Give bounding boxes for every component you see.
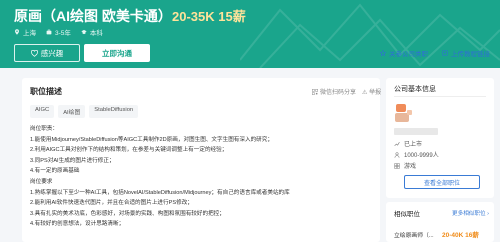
qr-code-icon bbox=[312, 88, 318, 95]
job-header: 原画（AI绘图 欧美卡通） 20-35K 15薪 上海 3-5年 本科 感兴趣 … bbox=[0, 0, 500, 68]
description-line: 2.利用AIGC工具对创作下的结构和策划，在参差与关键词调整上有一定的经验； bbox=[30, 147, 228, 154]
grid-icon bbox=[394, 162, 400, 169]
company-info-panel: 公司基本信息 已上市 1000-9999人 游戏 查看全部职位 bbox=[386, 78, 494, 198]
wechat-share-label: 微信扫码分享 bbox=[320, 90, 357, 96]
description-line: 1.熟练掌握以下至少一种AI工具，包括NovelAI/StableDiffusi… bbox=[30, 189, 290, 196]
job-tag: AIGC bbox=[30, 105, 55, 118]
description-line: 1.能使用Midjourney/StableDiffusion等AIGC工具制作… bbox=[30, 136, 273, 143]
company-size: 1000-9999人 bbox=[394, 150, 439, 159]
company-logo[interactable] bbox=[394, 102, 426, 124]
job-meta: 上海 3-5年 本科 bbox=[14, 27, 103, 37]
view-all-jobs-button[interactable]: 查看全部职位 bbox=[404, 175, 480, 189]
company-info-title: 公司基本信息 bbox=[394, 86, 436, 93]
company-similar-link[interactable]: 关参公司类职 bbox=[380, 48, 428, 58]
report-button[interactable]: ⚠ 举报 bbox=[362, 87, 381, 96]
description-line: 岗位职责： bbox=[30, 126, 58, 132]
description-line: 2.能利用AI软件快速迭代图片，并且在合适的图片上进行PS修改； bbox=[30, 200, 193, 207]
company-industry: 游戏 bbox=[394, 161, 416, 170]
wechat-share-button[interactable]: 微信扫码分享 bbox=[312, 87, 356, 96]
job-experience-label: 3-5年 bbox=[55, 30, 71, 37]
chat-now-button[interactable]: 立即沟通 bbox=[84, 44, 150, 62]
job-tags: AIGC AI绘图 StableDiffusion bbox=[30, 105, 139, 118]
job-experience: 3-5年 bbox=[46, 27, 71, 37]
company-size-label: 1000-9999人 bbox=[404, 153, 439, 159]
graduation-cap-icon bbox=[81, 29, 87, 35]
job-detail-panel: 职位描述 微信扫码分享 ⚠ 举报 AIGC AI绘图 StableDiffusi… bbox=[22, 78, 381, 242]
description-line: 岗位要求 bbox=[30, 178, 53, 185]
description-line: 4.有一定的原画基础 bbox=[30, 168, 80, 175]
similar-jobs-title: 相似职位 bbox=[394, 211, 420, 218]
description-line: 4.有较好的创意想法，设计思路清晰； bbox=[30, 221, 125, 228]
company-name-placeholder[interactable] bbox=[394, 128, 438, 135]
job-city: 上海 bbox=[14, 27, 36, 37]
company-stage: 已上市 bbox=[394, 139, 422, 148]
company-stage-label: 已上市 bbox=[404, 142, 423, 148]
upload-icon bbox=[442, 50, 448, 56]
warning-icon: ⚠ bbox=[362, 90, 368, 96]
divider bbox=[394, 96, 486, 97]
company-industry-label: 游戏 bbox=[404, 164, 417, 170]
job-salary: 20-35K 15薪 bbox=[172, 9, 246, 24]
job-tag: StableDiffusion bbox=[89, 105, 139, 118]
briefcase-icon bbox=[46, 29, 52, 35]
job-title: 原画（AI绘图 欧美卡通） bbox=[14, 8, 172, 24]
interest-button[interactable]: 感兴趣 bbox=[14, 44, 80, 62]
online-link-label: 上传教程链接 bbox=[451, 51, 490, 58]
report-label: 举报 bbox=[369, 90, 382, 96]
interest-button-label: 感兴趣 bbox=[40, 48, 64, 58]
description-line: 3.同PS对AI生成的图片进行修正； bbox=[30, 157, 115, 164]
similar-jobs-panel: 相似职位 更多相似职位 › 立绘原画师（... 20-40K 16薪 bbox=[386, 202, 494, 242]
job-education-label: 本科 bbox=[89, 30, 103, 37]
similar-job-salary: 20-40K 16薪 bbox=[442, 232, 479, 239]
online-link[interactable]: 上传教程链接 bbox=[442, 48, 490, 58]
job-description-title: 职位描述 bbox=[30, 87, 62, 96]
job-education: 本科 bbox=[81, 27, 103, 37]
chart-up-icon bbox=[394, 141, 400, 146]
heart-icon bbox=[30, 49, 38, 57]
job-city-label: 上海 bbox=[23, 30, 36, 37]
similar-job-title[interactable]: 立绘原画师（... bbox=[394, 230, 434, 239]
star-icon bbox=[380, 50, 386, 56]
company-similar-label: 关参公司类职 bbox=[389, 51, 428, 58]
more-similar-jobs-link[interactable]: 更多相似职位 › bbox=[452, 209, 489, 217]
job-description-text: 岗位职责： 1.能使用Midjourney/StableDiffusion等AI… bbox=[30, 124, 376, 230]
job-tag: AI绘图 bbox=[58, 105, 86, 118]
description-line: 3.具有扎实的美术功底，色彩感好，对场景的实践、构图和氛围有较好的把控； bbox=[30, 210, 225, 217]
people-icon bbox=[394, 151, 400, 158]
location-icon bbox=[15, 29, 19, 35]
